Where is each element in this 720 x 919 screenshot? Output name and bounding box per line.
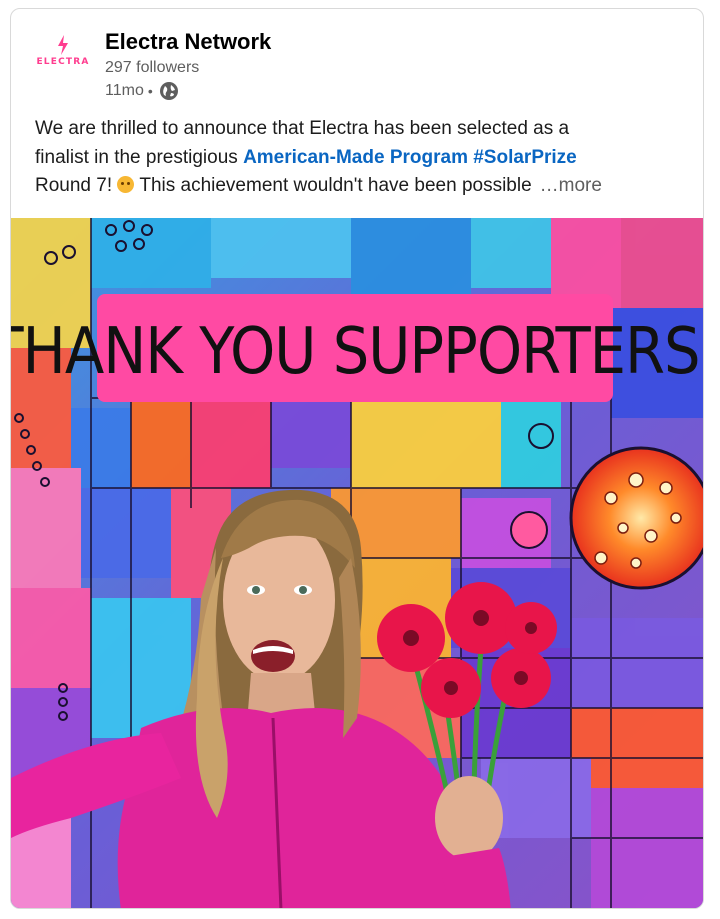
- post-image[interactable]: THANK YOU SUPPORTERS!: [11, 218, 704, 908]
- post-meta: 11mo •: [105, 81, 179, 101]
- smiling-face-emoji-icon: [117, 176, 135, 193]
- post-text-line-2-prefix: finalist in the prestigious: [35, 146, 244, 168]
- post-text-line-1: We are thrilled to announce that Electra…: [35, 118, 570, 139]
- lightning-bolt-icon: [58, 35, 68, 55]
- post-body-text: We are thrilled to announce that Electra…: [35, 115, 685, 201]
- post-text-line-3: Round 7! This achievement wouldn't have …: [35, 172, 685, 201]
- globe-icon: [159, 82, 178, 100]
- logo-wordmark: ELECTRA: [36, 57, 90, 67]
- banner-text: THANK YOU SUPPORTERS!: [11, 315, 704, 389]
- post-text-line-3-a: Round 7!: [35, 175, 118, 196]
- post-text-line-3-b: This achievement wouldn't have been poss…: [134, 175, 532, 196]
- follower-count: 297 followers: [105, 59, 200, 76]
- post-age: 11mo: [105, 82, 144, 99]
- post-header: ELECTRA Electra Network 297 followers 11…: [11, 9, 703, 109]
- author-name[interactable]: Electra Network: [105, 29, 271, 55]
- post-card: ELECTRA Electra Network 297 followers 11…: [10, 8, 704, 909]
- post-text-line-2: finalist in the prestigious American-Mad…: [35, 144, 685, 173]
- program-hashtag-link[interactable]: American-Made Program #SolarPrize: [243, 147, 577, 168]
- post-image-artwork: THANK YOU SUPPORTERS!: [11, 218, 704, 908]
- meta-separator: •: [147, 83, 153, 99]
- company-logo[interactable]: ELECTRA: [27, 35, 99, 91]
- see-more-button[interactable]: …more: [540, 175, 602, 196]
